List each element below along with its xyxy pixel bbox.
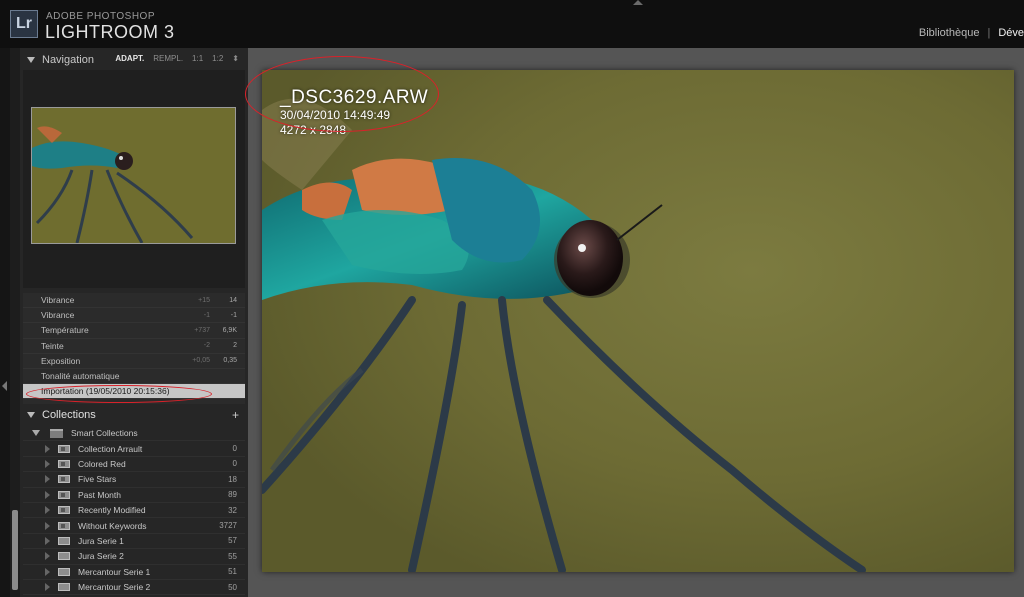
left-panel-toggle-icon[interactable] <box>2 381 7 391</box>
main-photo[interactable]: _DSC3629.ARW 30/04/2010 14:49:49 4272 x … <box>262 70 1014 572</box>
expand-triangle-icon <box>45 552 50 561</box>
expand-triangle-icon <box>45 459 50 468</box>
navigator-thumbnail[interactable] <box>31 107 236 244</box>
photo-dimensions: 4272 x 2848 <box>280 123 347 137</box>
smart-collection-icon <box>58 459 70 468</box>
list-item[interactable]: Past Month 89 <box>23 488 245 503</box>
brand-title: LIGHTROOM 3 <box>45 22 175 42</box>
expand-triangle-icon <box>45 521 50 530</box>
photo-filename: _DSC3629.ARW <box>280 87 429 108</box>
damselfly-thumbnail-image <box>32 108 235 243</box>
scrollbar-thumb[interactable] <box>12 510 18 590</box>
collection-icon <box>58 552 70 561</box>
photo-datetime: 30/04/2010 14:49:49 <box>280 108 391 122</box>
expand-triangle-icon <box>45 475 50 484</box>
zoom-fill[interactable]: REMPL. <box>153 54 183 63</box>
lightroom-window: Lr ADOBE PHOTOSHOP LIGHTROOM 3 Bibliothè… <box>0 0 1024 597</box>
collection-group[interactable]: Smart Collections <box>23 426 245 442</box>
smart-collection-icon <box>58 475 70 484</box>
collapse-triangle-icon[interactable] <box>27 412 35 418</box>
history-row[interactable]: Vibrance -1 -1 <box>23 308 245 324</box>
zoom-1-1[interactable]: 1:1 <box>192 54 203 63</box>
smart-collection-icon <box>58 521 70 530</box>
smart-collection-icon <box>58 444 70 453</box>
collections-title: Collections <box>42 409 96 421</box>
collections-header[interactable]: Collections + <box>23 405 245 425</box>
top-bar: Lr ADOBE PHOTOSHOP LIGHTROOM 3 Bibliothè… <box>0 0 1024 48</box>
photo-info-overlay: _DSC3629.ARW 30/04/2010 14:49:49 4272 x … <box>280 88 428 138</box>
list-item[interactable]: Mercantour Serie 1 51 <box>23 565 245 580</box>
left-panel-edge <box>0 48 10 597</box>
collection-icon <box>58 536 70 545</box>
expand-triangle-icon <box>45 506 50 515</box>
damselfly-photo <box>262 70 1014 572</box>
smart-collection-icon <box>58 506 70 515</box>
navigator-preview <box>23 70 245 288</box>
list-item[interactable]: Jura Serie 2 55 <box>23 549 245 565</box>
history-row[interactable]: Tonalité automatique <box>23 369 245 385</box>
navigator-header[interactable]: Navigation ADAPT. REMPL. 1:1 1:2 ⬍ <box>23 50 245 70</box>
history-row[interactable]: Exposition +0,05 0,35 <box>23 354 245 369</box>
zoom-fit[interactable]: ADAPT. <box>115 54 144 63</box>
list-item[interactable]: Mercantour Serie 2 50 <box>23 580 245 596</box>
plus-icon[interactable]: + <box>232 408 239 422</box>
list-item[interactable]: Without Keywords 3727 <box>23 518 245 534</box>
collection-set-icon <box>50 428 63 438</box>
list-item[interactable]: Colored Red 0 <box>23 457 245 473</box>
expand-triangle-icon <box>45 536 50 545</box>
expand-triangle-icon <box>45 567 50 576</box>
left-panel: Navigation ADAPT. REMPL. 1:1 1:2 ⬍ Vibra… <box>10 48 248 597</box>
module-develop[interactable]: Déve <box>990 27 1024 39</box>
smart-collection-icon <box>58 490 70 499</box>
expand-triangle-icon <box>45 490 50 499</box>
navigator-zoom-options: ADAPT. REMPL. 1:1 1:2 ⬍ <box>115 54 239 63</box>
list-item[interactable]: Jura Serie 1 57 <box>23 534 245 550</box>
list-item[interactable]: Recently Modified 32 <box>23 503 245 519</box>
top-panel-toggle-icon[interactable] <box>633 0 643 5</box>
navigator-title: Navigation <box>42 54 94 66</box>
lightroom-logo: Lr <box>10 10 38 38</box>
brand-subtitle: ADOBE PHOTOSHOP <box>46 11 156 22</box>
collapse-triangle-icon[interactable] <box>32 430 40 437</box>
history-row[interactable]: Température +737 6,9K <box>23 323 245 339</box>
collection-icon <box>58 583 70 592</box>
history-row-selected[interactable]: Importation (19/05/2010 20:15:36) <box>23 384 245 400</box>
list-item[interactable]: Five Stars 18 <box>23 472 245 488</box>
history-row[interactable]: Teinte -2 2 <box>23 339 245 354</box>
module-library[interactable]: Bibliothèque <box>911 27 988 39</box>
expand-triangle-icon <box>45 583 50 592</box>
history-list: Vibrance +15 14 Vibrance -1 -1 Températu… <box>23 293 245 404</box>
collection-icon <box>58 567 70 576</box>
image-viewer: _DSC3629.ARW 30/04/2010 14:49:49 4272 x … <box>248 48 1024 597</box>
collapse-triangle-icon[interactable] <box>27 57 35 63</box>
module-picker: Bibliothèque | Déve <box>911 27 1024 39</box>
updown-arrows-icon[interactable]: ⬍ <box>232 54 239 63</box>
left-panel-scrollbar[interactable] <box>10 48 20 597</box>
zoom-1-2[interactable]: 1:2 <box>212 54 223 63</box>
list-item[interactable]: Collection Arrault 0 <box>23 441 245 457</box>
history-row[interactable]: Vibrance +15 14 <box>23 293 245 309</box>
expand-triangle-icon <box>45 444 50 453</box>
collections-list: Smart Collections Collection Arrault 0 C… <box>23 426 245 596</box>
